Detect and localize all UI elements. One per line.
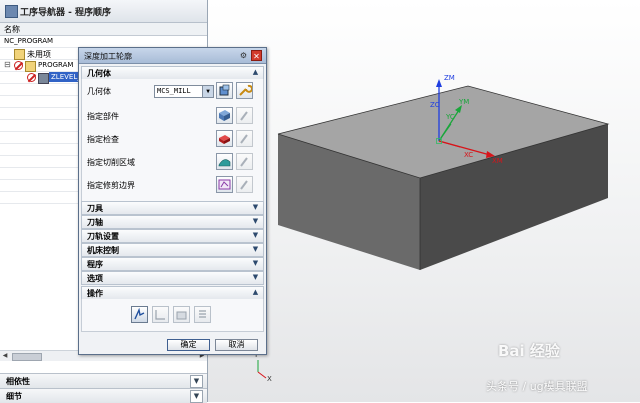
zlevel-profile-dialog: 深度加工轮廓 ⚙ ✕ 几何体 ▲ 几何体 MCS_MILL ▼ 指定部件 指定检… — [78, 47, 267, 355]
scroll-left-icon[interactable]: ◀ — [0, 351, 10, 361]
replay-toolpath-icon[interactable] — [152, 306, 169, 323]
generate-toolpath-icon[interactable] — [131, 306, 148, 323]
chevron-up-icon[interactable]: ▲ — [250, 67, 261, 78]
chevron-down-icon[interactable]: ▼ — [250, 244, 261, 255]
column-name-label: 名称 — [4, 25, 20, 34]
specify-trim-boundary-button[interactable] — [216, 176, 233, 193]
chevron-down-icon[interactable]: ▼ — [190, 390, 203, 403]
display-trim-boundary-icon[interactable] — [236, 176, 253, 193]
zc-label: ZC — [430, 101, 440, 109]
geometry-section-header[interactable]: 几何体 ▲ — [81, 66, 264, 80]
corner-x-axis — [257, 371, 267, 379]
path-settings-section-header[interactable]: 刀轨设置 ▼ — [81, 229, 264, 243]
chevron-down-icon[interactable]: ▼ — [250, 272, 261, 283]
watermark-brand: Bai 经验 — [498, 342, 560, 360]
close-icon[interactable]: ✕ — [251, 50, 262, 61]
details-panel-header[interactable]: 细节 ▼ — [0, 388, 207, 403]
chevron-down-icon[interactable]: ▼ — [250, 258, 261, 269]
navigator-title: 工序导航器 - 程序顺序 — [20, 8, 112, 18]
tool-axis-section-header[interactable]: 刀轴 ▼ — [81, 215, 264, 229]
display-cut-area-icon[interactable] — [236, 153, 253, 170]
dropdown-arrow-icon[interactable]: ▼ — [202, 86, 213, 97]
status-invalid-icon — [27, 73, 36, 82]
dependencies-panel-header[interactable]: 相依性 ▼ — [0, 373, 207, 388]
folder-icon — [14, 49, 25, 60]
operations-section-header[interactable]: 操作 ▲ — [81, 286, 264, 300]
specify-check-label: 指定检查 — [87, 135, 119, 144]
graphics-viewport[interactable]: ZM ZC YM YC XC XM Y X — [208, 0, 640, 402]
chevron-down-icon[interactable]: ▼ — [190, 375, 203, 388]
navigator-icon — [5, 5, 18, 18]
cancel-button[interactable]: 取消 — [215, 339, 258, 351]
watermark-source: 头条号 / ug模具联盟 — [486, 380, 588, 393]
geometry-select[interactable]: MCS_MILL ▼ — [154, 85, 214, 98]
options-section-header[interactable]: 选项 ▼ — [81, 271, 264, 285]
specify-check-button[interactable] — [216, 130, 233, 147]
chevron-down-icon[interactable]: ▼ — [250, 216, 261, 227]
ym-label: YM — [458, 98, 469, 106]
specify-part-label: 指定部件 — [87, 112, 119, 121]
program-section-header[interactable]: 程序 ▼ — [81, 257, 264, 271]
specify-trim-boundary-label: 指定修剪边界 — [87, 181, 135, 190]
xc-label: XC — [464, 151, 473, 159]
yc-label: YC — [445, 113, 455, 121]
ok-button[interactable]: 确定 — [167, 339, 210, 351]
corner-x-label: X — [267, 375, 272, 383]
specify-cut-area-label: 指定切削区域 — [87, 158, 135, 167]
dialog-title: 深度加工轮廓 — [84, 52, 132, 61]
scrollbar-thumb[interactable] — [12, 353, 42, 361]
xm-label: XM — [492, 157, 503, 165]
gear-icon[interactable]: ⚙ — [238, 50, 249, 61]
list-toolpath-icon[interactable] — [194, 306, 211, 323]
specify-cut-area-button[interactable] — [216, 153, 233, 170]
chevron-up-icon[interactable]: ▲ — [250, 287, 261, 298]
dialog-title-bar[interactable]: 深度加工轮廓 ⚙ ✕ — [79, 48, 266, 64]
display-check-icon[interactable] — [236, 130, 253, 147]
status-invalid-icon — [14, 61, 23, 70]
zm-label: ZM — [444, 74, 455, 82]
chevron-down-icon[interactable]: ▼ — [250, 202, 261, 213]
edit-wrench-icon[interactable] — [236, 82, 253, 99]
new-geometry-button[interactable] — [216, 82, 233, 99]
geometry-label: 几何体 — [87, 87, 111, 96]
tool-section-header[interactable]: 刀具 ▼ — [81, 201, 264, 215]
navigator-column-header[interactable]: 名称 — [0, 23, 207, 36]
chevron-down-icon[interactable]: ▼ — [250, 230, 261, 241]
verify-toolpath-icon[interactable] — [173, 306, 190, 323]
specify-part-button[interactable] — [216, 107, 233, 124]
collapse-icon[interactable]: ⊟ — [4, 60, 11, 69]
machine-control-section-header[interactable]: 机床控制 ▼ — [81, 243, 264, 257]
model-view: ZM ZC YM YC XC XM Y X — [253, 74, 610, 383]
folder-icon — [25, 61, 36, 72]
navigator-header: 工序导航器 - 程序顺序 — [0, 0, 207, 23]
operation-icon — [38, 73, 49, 84]
display-part-icon[interactable] — [236, 107, 253, 124]
